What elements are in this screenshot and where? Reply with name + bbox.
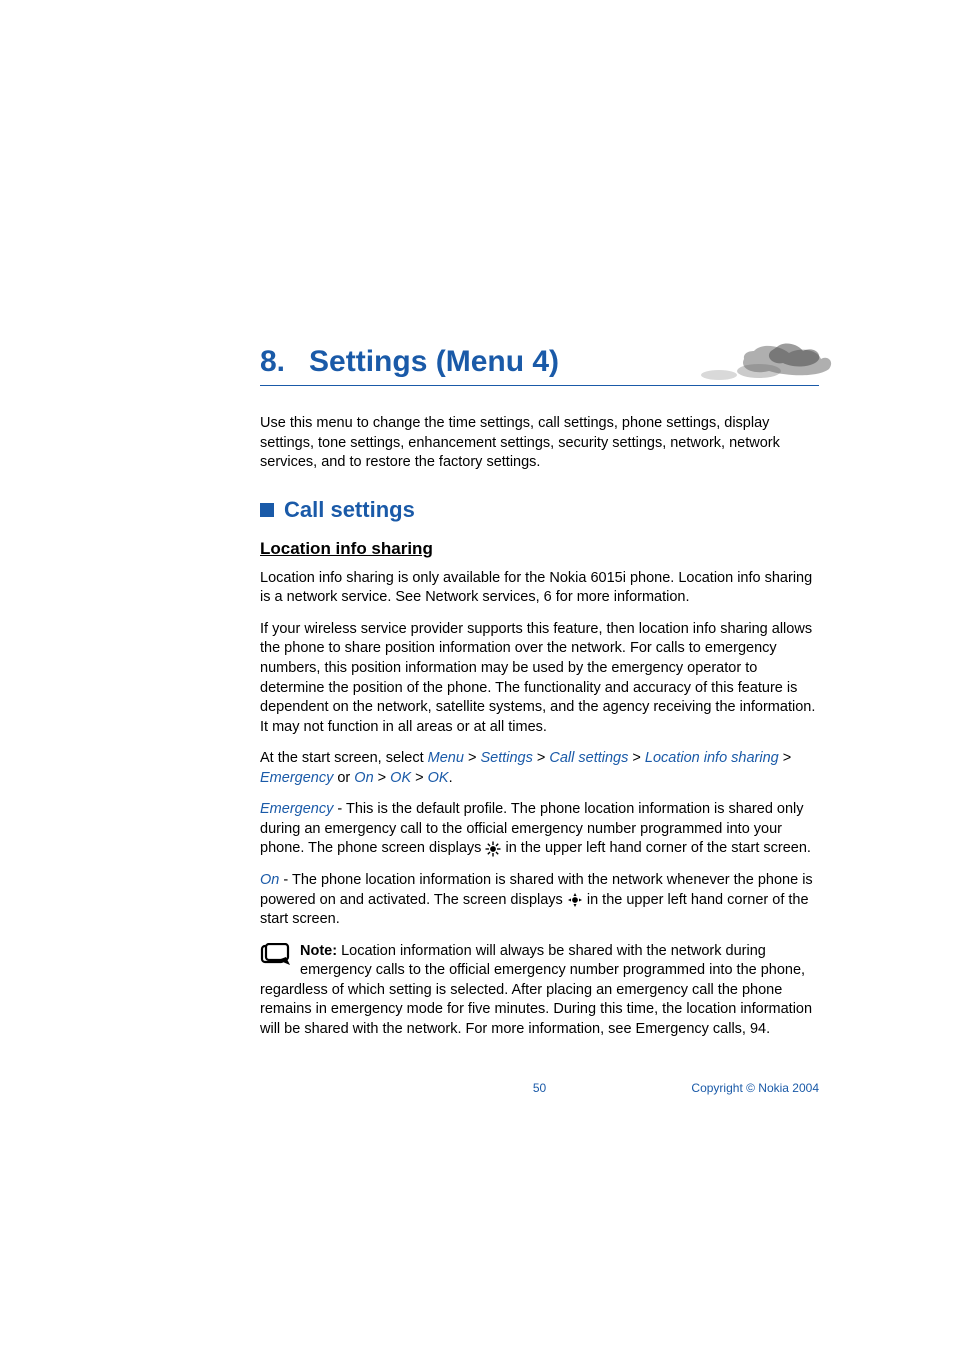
- section-title: Call settings: [284, 497, 415, 523]
- paragraph: If your wireless service provider suppor…: [260, 620, 819, 737]
- text: or: [333, 770, 354, 786]
- menu-path-item: Location info sharing: [645, 750, 779, 766]
- navigation-path: At the start screen, select Menu > Setti…: [260, 749, 819, 788]
- menu-path-item: Call settings: [549, 750, 628, 766]
- separator: >: [628, 750, 645, 766]
- chapter-heading: 8. Settings (Menu 4): [260, 345, 819, 386]
- chapter-title: Settings (Menu 4): [309, 345, 559, 379]
- separator: >: [779, 750, 792, 766]
- paragraph: Location info sharing is only available …: [260, 569, 819, 608]
- menu-path-item: OK: [390, 770, 411, 786]
- copyright: Copyright © Nokia 2004: [691, 1081, 819, 1095]
- location-emergency-icon: [485, 841, 501, 857]
- intro-paragraph: Use this menu to change the time setting…: [260, 414, 819, 473]
- menu-path-item: Menu: [428, 750, 464, 766]
- option-emergency: Emergency - This is the default profile.…: [260, 800, 819, 859]
- note-icon: [260, 943, 298, 973]
- separator: >: [374, 770, 391, 786]
- chapter-number: 8.: [260, 345, 285, 379]
- location-on-icon: [567, 892, 583, 908]
- separator: >: [533, 750, 550, 766]
- note-label: Note:: [300, 943, 337, 959]
- option-label: On: [260, 872, 279, 888]
- menu-path-item: On: [354, 770, 373, 786]
- option-label: Emergency: [260, 801, 333, 817]
- text: At the start screen, select: [260, 750, 428, 766]
- menu-path-item: Settings: [480, 750, 532, 766]
- header-graphic: [699, 341, 839, 383]
- subsection-heading: Location info sharing: [260, 539, 819, 559]
- separator: >: [464, 750, 481, 766]
- note-text: Location information will always be shar…: [260, 943, 812, 1037]
- separator: >: [411, 770, 428, 786]
- text: in the upper left hand corner of the sta…: [501, 840, 811, 856]
- option-on: On - The phone location information is s…: [260, 871, 819, 930]
- section-heading: Call settings: [260, 497, 819, 523]
- note-block: Note: Location information will always b…: [260, 942, 819, 1040]
- menu-path-item: OK: [428, 770, 449, 786]
- page-number: 50: [533, 1081, 546, 1095]
- menu-path-item: Emergency: [260, 770, 333, 786]
- text: .: [449, 770, 453, 786]
- section-bullet-icon: [260, 503, 274, 517]
